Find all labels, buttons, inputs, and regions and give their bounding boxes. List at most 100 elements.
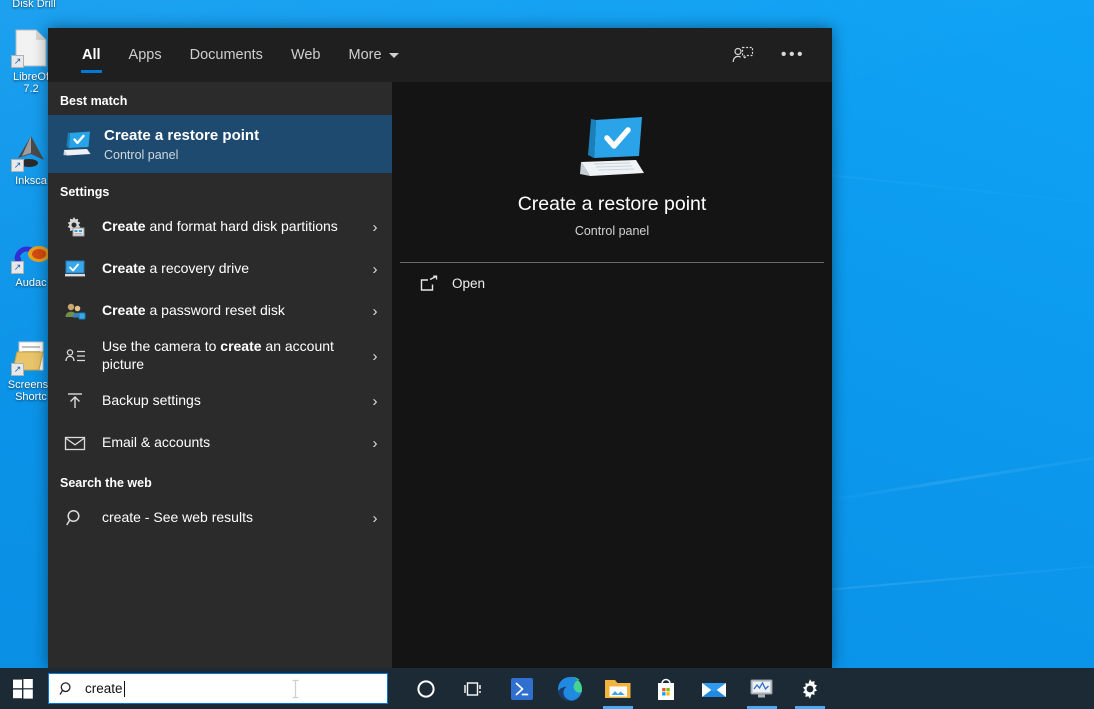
preview-subtitle: Control panel [574,224,650,238]
result-title: Email & accounts [102,434,210,450]
search-panel-header: All Apps Documents Web More ••• [48,28,832,82]
taskbar-item-file-explorer[interactable] [594,668,642,709]
shortcut-arrow-badge: ↗ [11,55,24,68]
result-text-block: Create a recovery drive [102,260,366,278]
cortana-icon [417,679,435,698]
result-item-use-the-camera-to-create-an-account-picture[interactable]: Use the camera to create an account pict… [48,332,392,380]
tab-all[interactable]: All [68,28,115,82]
ibeam-mouse-cursor [291,679,300,699]
feedback-icon[interactable] [728,40,758,70]
result-title: Create and format hard disk partitions [102,218,338,234]
preview-action-open[interactable]: Open [392,263,832,292]
taskbar-item-mail[interactable] [690,668,738,709]
tab-apps[interactable]: Apps [115,28,176,82]
document-folder-icon: ↗ [11,336,51,376]
taskbar: create [0,668,1094,709]
result-title-match: create [220,338,262,354]
shortcut-arrow-badge: ↗ [11,261,24,274]
tab-documents[interactable]: Documents [176,28,277,82]
libreoffice-icon: ↗ [11,28,51,68]
search-icon [60,503,90,533]
taskbar-item-edge[interactable] [546,668,594,709]
result-title-match: Create [104,126,151,144]
result-title-pre: Use the camera to [102,338,221,354]
section-heading-best-match: Best match [60,94,128,108]
chevron-down-icon [388,52,399,58]
result-text-block: Use the camera to create an account pict… [102,338,366,374]
section-heading-settings: Settings [60,185,110,199]
taskbar-item-microsoft-store[interactable] [642,668,690,709]
tab-label: Documents [189,47,263,63]
more-options-icon[interactable]: ••• [778,40,808,70]
search-results-column[interactable]: Best match Create a restore point Contro… [48,82,392,668]
audacity-icon: ↗ [11,234,51,274]
chevron-right-icon[interactable]: › [366,435,384,452]
chevron-right-icon[interactable]: › [366,303,384,320]
result-item-backup-settings[interactable]: Backup settings › [48,380,392,422]
file-explorer-icon [605,679,631,698]
taskbar-item-settings[interactable] [786,668,834,709]
result-title: Create a recovery drive [102,260,249,276]
result-text-block: Create a password reset disk [102,302,366,320]
search-input-value: create [85,681,123,696]
microsoft-store-icon [658,678,674,700]
start-icon[interactable] [0,668,46,709]
search-preview-column: Create a restore point Control panel Ope… [392,82,832,668]
windows-search-panel: All Apps Documents Web More ••• Best mat… [48,28,832,668]
tab-label: Web [290,47,321,63]
desktop-icon-disk-drill[interactable]: Disk Drill [3,0,65,10]
result-item-create-a-password-reset-disk[interactable]: Create a password reset disk › [48,290,392,332]
result-title-rest: a password reset disk [145,302,285,318]
result-text-block: Create a restore point Control panel [104,127,384,162]
result-item-email-and-accounts[interactable]: Email & accounts › [48,422,392,464]
tab-label: More [348,47,382,63]
taskbar-search-input[interactable]: create [48,673,388,704]
recovery-drive-icon [60,254,90,284]
section-heading-search-the-web: Search the web [60,476,152,490]
tab-more[interactable]: More [335,28,413,82]
open-external-icon [416,275,442,292]
chevron-right-icon[interactable]: › [366,219,384,236]
result-item-web-search-create[interactable]: create - See web results › [48,497,392,539]
tab-label: All [82,47,101,63]
restore-point-icon-large [574,116,650,178]
preview-title: Create a restore point [517,193,707,215]
result-title-rest: Backup settings [102,392,201,408]
tab-web[interactable]: Web [277,28,335,82]
result-title: Backup settings [102,392,201,408]
shortcut-arrow-badge: ↗ [11,363,24,376]
settings-gear-icon [803,678,817,699]
search-panel-body: Best match Create a restore point Contro… [48,82,832,668]
result-title-match: Create [102,218,146,234]
result-text-block: Create and format hard disk partitions [102,218,366,236]
restore-point-icon [60,129,94,159]
wallpaper-streak [819,453,1094,503]
chevron-right-icon[interactable]: › [366,393,384,410]
chevron-right-icon[interactable]: › [366,261,384,278]
result-subtitle: Control panel [104,147,179,162]
taskbar-item-powershell[interactable] [498,668,546,709]
result-item-create-a-recovery-drive[interactable]: Create a recovery drive › [48,248,392,290]
result-title: Create a password reset disk [102,302,285,318]
backup-icon [60,386,90,416]
preview-header: Create a restore point Control panel [392,82,832,238]
edge-icon [558,676,582,701]
chevron-right-icon[interactable]: › [366,348,384,365]
header-action-group: ••• [728,40,818,70]
mail-icon [702,682,726,697]
shortcut-arrow-badge: ↗ [11,159,24,172]
result-item-create-and-format-hard-disk-partitions[interactable]: Create and format hard disk partitions › [48,206,392,248]
result-title-rest: Email & accounts [102,434,211,450]
inkscape-icon: ↗ [11,132,51,172]
desktop-icon-label: Disk Drill [12,0,56,10]
search-icon [59,681,75,697]
result-title: Use the camera to create an account pict… [102,338,334,372]
result-item-create-a-restore-point[interactable]: Create a restore point Control panel [48,115,392,173]
taskbar-item-performance-monitor[interactable] [738,668,786,709]
taskbar-item-cortana[interactable] [402,668,450,709]
preview-action-label: Open [452,276,486,291]
ellipsis-glyph: ••• [780,46,806,63]
chevron-right-icon[interactable]: › [366,510,384,527]
taskbar-item-task-view[interactable] [450,668,498,709]
result-text-block: create - See web results [102,509,366,527]
